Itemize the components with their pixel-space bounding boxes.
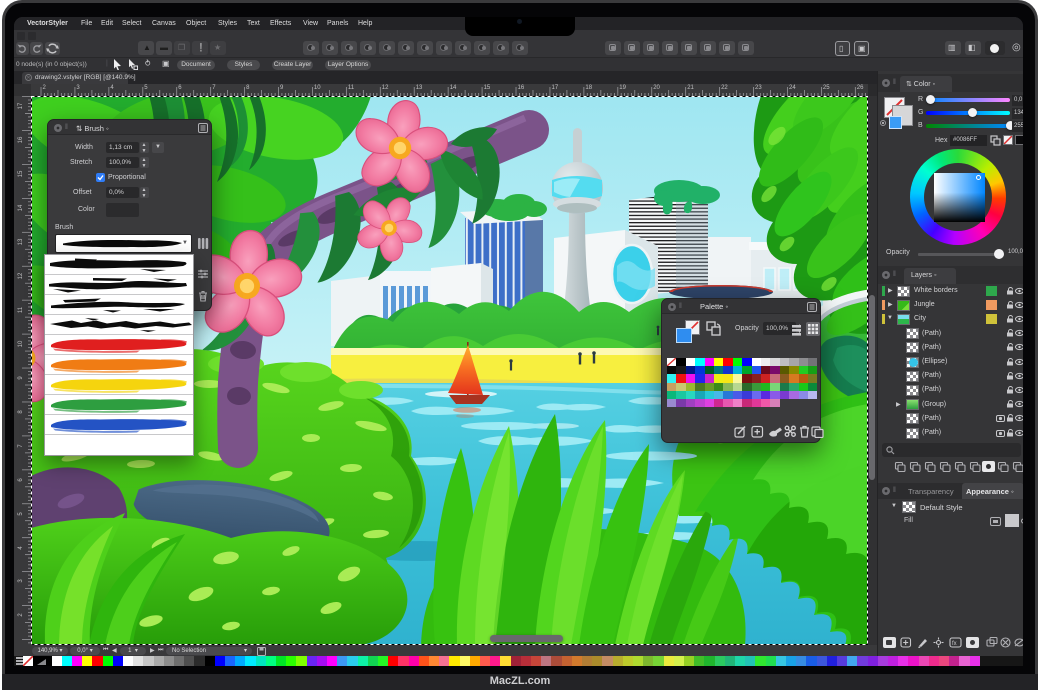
svg-text:fx: fx bbox=[952, 641, 957, 647]
